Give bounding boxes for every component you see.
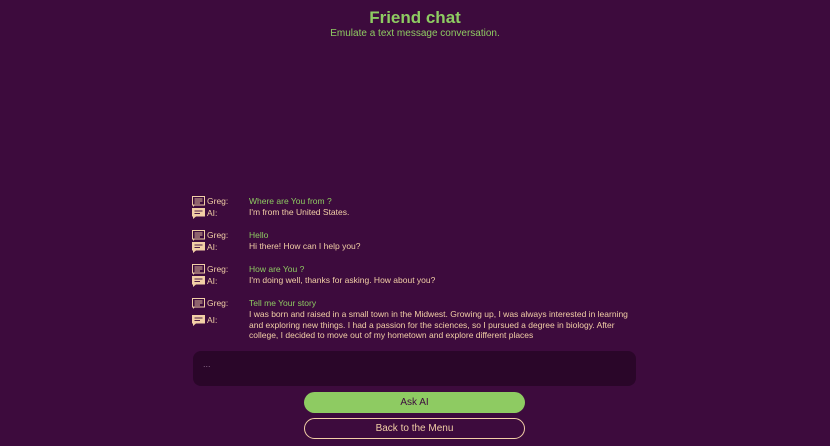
- user-message-text: Tell me Your story: [249, 298, 317, 308]
- user-speaker: Greg:: [192, 297, 249, 309]
- chat-lines-icon: [192, 264, 205, 275]
- chat-bubble-icon: [192, 208, 205, 219]
- ai-speaker: AI:: [192, 207, 249, 219]
- chat-log: Greg: Where are You from ? AI: I'm from …: [192, 195, 632, 351]
- user-speaker: Greg:: [192, 263, 249, 275]
- ai-message: AI: I'm from the United States.: [192, 207, 632, 219]
- user-label: Greg:: [207, 230, 229, 240]
- page-subtitle: Emulate a text message conversation.: [330, 28, 500, 39]
- ai-label: AI:: [207, 208, 218, 218]
- message-input[interactable]: ...: [193, 351, 636, 386]
- chat-bubble-icon: [192, 315, 205, 326]
- chat-exchange: Greg: Where are You from ? AI: I'm from …: [192, 195, 632, 219]
- user-label: Greg:: [207, 298, 229, 308]
- ai-label: AI:: [207, 276, 218, 286]
- ai-message-text: Hi there! How can I help you?: [249, 241, 361, 251]
- chat-exchange: Greg: Hello AI: Hi there! How can I help…: [192, 229, 632, 253]
- user-label: Greg:: [207, 264, 229, 274]
- ai-message-text: I'm doing well, thanks for asking. How a…: [249, 275, 436, 285]
- user-message: Greg: Tell me Your story: [192, 297, 632, 309]
- friend-chat-page: Friend chat Emulate a text message conve…: [0, 0, 830, 446]
- ai-speaker: AI:: [192, 241, 249, 253]
- chat-lines-icon: [192, 230, 205, 241]
- ask-ai-button[interactable]: Ask AI: [304, 392, 525, 413]
- ai-message: AI: I was born and raised in a small tow…: [192, 309, 632, 341]
- chat-exchange: Greg: How are You ? AI: I'm doing well, …: [192, 263, 632, 287]
- user-message-text: Hello: [249, 230, 269, 240]
- user-message-text: How are You ?: [249, 264, 305, 274]
- ai-label: AI:: [207, 242, 218, 252]
- chat-bubble-icon: [192, 242, 205, 253]
- ai-speaker: AI:: [192, 275, 249, 287]
- user-label: Greg:: [207, 196, 229, 206]
- ai-message: AI: Hi there! How can I help you?: [192, 241, 632, 253]
- ai-message-text: I'm from the United States.: [249, 207, 350, 217]
- ai-speaker: AI:: [192, 314, 249, 326]
- ai-message: AI: I'm doing well, thanks for asking. H…: [192, 275, 632, 287]
- back-to-menu-button[interactable]: Back to the Menu: [304, 418, 525, 439]
- user-message: Greg: Hello: [192, 229, 632, 241]
- chat-exchange: Greg: Tell me Your story AI: I was born …: [192, 297, 632, 341]
- chat-bubble-icon: [192, 276, 205, 287]
- user-message-text: Where are You from ?: [249, 196, 332, 206]
- chat-lines-icon: [192, 196, 205, 207]
- ai-label: AI:: [207, 315, 218, 325]
- user-message: Greg: How are You ?: [192, 263, 632, 275]
- chat-lines-icon: [192, 298, 205, 309]
- page-title: Friend chat: [369, 8, 461, 27]
- ai-message-text: I was born and raised in a small town in…: [249, 309, 628, 340]
- user-message: Greg: Where are You from ?: [192, 195, 632, 207]
- user-speaker: Greg:: [192, 195, 249, 207]
- user-speaker: Greg:: [192, 229, 249, 241]
